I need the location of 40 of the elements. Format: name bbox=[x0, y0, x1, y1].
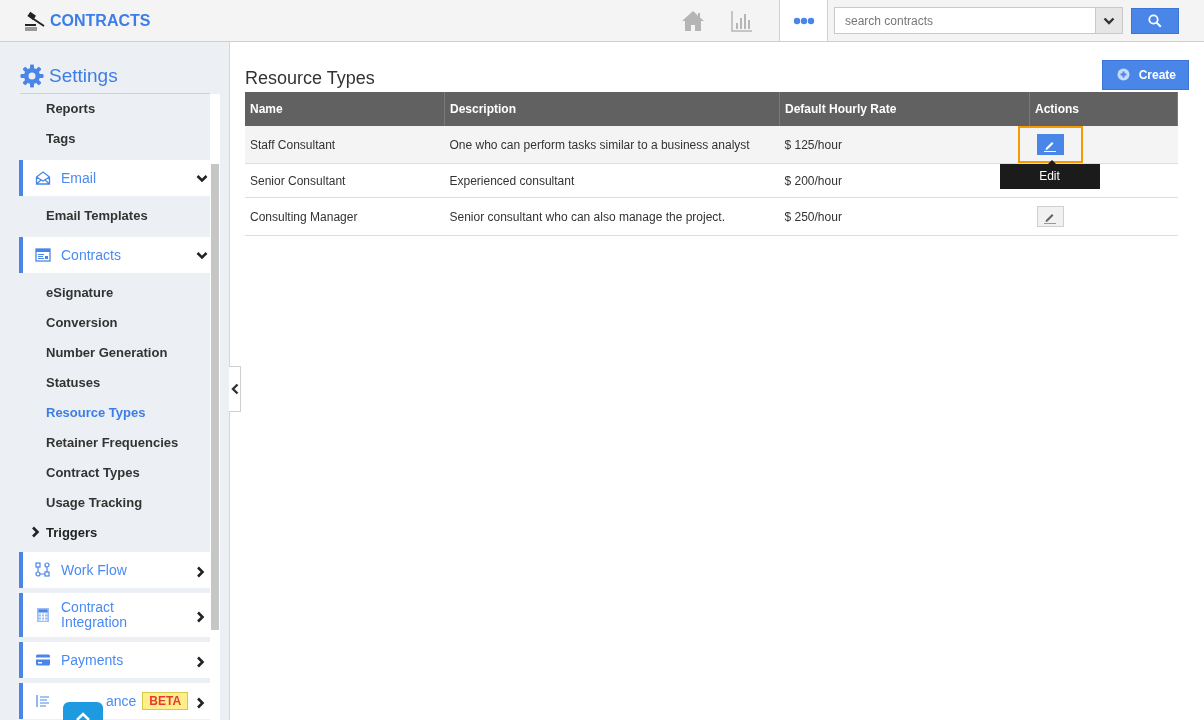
sidebar-link[interactable]: Reports bbox=[19, 94, 210, 124]
column-header[interactable]: Name bbox=[245, 92, 445, 126]
section-label: Payments bbox=[61, 650, 125, 670]
search-field[interactable]: search contracts bbox=[834, 7, 1123, 34]
table-cell: $ 200/hour bbox=[784, 173, 842, 188]
section-label: Email bbox=[61, 168, 97, 188]
table-cell: One who can perform tasks similar to a business analyst bbox=[449, 137, 750, 152]
app-title[interactable]: CONTRACTS bbox=[50, 11, 151, 30]
sidebar-link[interactable]: Contract Types bbox=[19, 458, 210, 488]
table-cell: $ 250/hour bbox=[784, 209, 842, 224]
table-cell: Senior Consultant bbox=[250, 173, 346, 188]
column-header[interactable]: Actions bbox=[1029, 92, 1178, 126]
beta-badge: BETA bbox=[142, 692, 189, 710]
section-label: Work Flow bbox=[61, 560, 128, 580]
table-cell: $ 125/hour bbox=[784, 137, 842, 152]
sidebar-link[interactable]: Usage Tracking bbox=[19, 488, 210, 518]
column-header[interactable]: Description bbox=[444, 92, 780, 126]
table-cell: Consulting Manager bbox=[250, 209, 358, 224]
section-label: Contracts bbox=[61, 245, 122, 265]
sidebar-section[interactable]: Work Flow bbox=[19, 552, 210, 588]
section-label: ance bbox=[106, 691, 137, 711]
table-cell: Experienced consultant bbox=[449, 173, 575, 188]
sidebar-link[interactable]: Statuses bbox=[19, 368, 210, 398]
sidebar-title: Settings bbox=[49, 65, 118, 87]
table-row[interactable]: Consulting Manager Senior consultant who can also manage the project. $ 250/hour bbox=[245, 197, 1178, 236]
sidebar-link[interactable]: Tags bbox=[19, 124, 210, 154]
section-label: Contract Integration bbox=[61, 598, 129, 632]
create-button[interactable]: Create bbox=[1101, 59, 1189, 90]
sidebar-link[interactable]: Email Templates bbox=[19, 201, 210, 231]
sidebar-link[interactable]: Retainer Frequencies bbox=[19, 428, 210, 458]
table-cell: Senior consultant who can also manage the project. bbox=[449, 209, 725, 224]
sidebar-item[interactable]: Triggers bbox=[19, 518, 210, 546]
column-header[interactable]: Default Hourly Rate bbox=[779, 92, 1030, 126]
sidebar-link[interactable]: Conversion bbox=[19, 308, 210, 338]
search-input[interactable]: search contracts bbox=[835, 8, 1095, 33]
sidebar-link[interactable]: eSignature bbox=[19, 278, 210, 308]
sidebar-section[interactable]: ance BETA bbox=[19, 683, 210, 719]
page-title: Resource Types bbox=[245, 68, 375, 89]
sidebar-link[interactable]: Number Generation bbox=[19, 338, 210, 368]
table-cell: Staff Consultant bbox=[250, 137, 336, 152]
